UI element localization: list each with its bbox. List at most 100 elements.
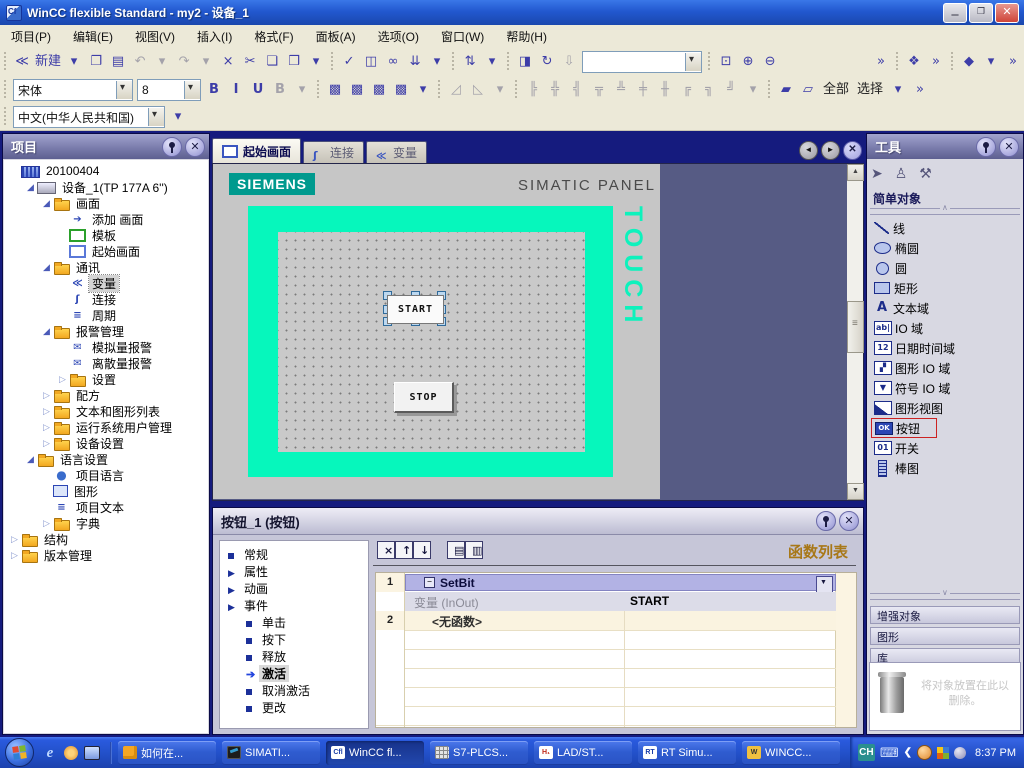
panel-icon[interactable]: ▩ <box>324 79 346 101</box>
taskbar-window-button[interactable]: S7-PLCS... <box>430 741 528 765</box>
toolbar-overflow-icon[interactable]: » <box>870 51 892 73</box>
editor-tab[interactable]: 变量 <box>366 141 427 163</box>
align-icon[interactable]: ╔ <box>676 79 698 101</box>
function-list-tool-icon[interactable]: ▥ <box>465 541 483 559</box>
zoom-select-button[interactable]: 选择 <box>853 79 887 101</box>
properties-nav-item[interactable]: 常规 <box>220 546 368 563</box>
tree-item-label[interactable]: 设备设置 <box>73 435 127 452</box>
tool-item[interactable]: 圆 <box>871 258 911 278</box>
chevron-down-icon[interactable] <box>116 81 132 99</box>
layer-icon[interactable]: ▰ <box>775 79 797 101</box>
toolbar-icon[interactable]: ▾ <box>151 51 173 73</box>
toolbar-icon[interactable]: ⇅ <box>459 51 481 73</box>
toolbar-icon[interactable]: ◫ <box>360 51 382 73</box>
nav-back-icon[interactable]: ◄ <box>799 141 818 160</box>
function-row-2[interactable]: 2 <无函数> <box>376 611 836 631</box>
toolbar-icon[interactable]: ↶ <box>129 51 151 73</box>
toolbar-grip[interactable] <box>513 80 520 100</box>
toolbar-icon[interactable]: ▾ <box>426 51 448 73</box>
panel-icon[interactable]: ▩ <box>346 79 368 101</box>
properties-nav-item[interactable]: 事件 <box>220 597 368 614</box>
toolbar-icon[interactable]: ✓ <box>338 51 360 73</box>
empty-row[interactable] <box>376 687 836 707</box>
toolbar-icon[interactable]: ✂ <box>239 51 261 73</box>
pin-icon[interactable] <box>162 137 182 157</box>
panel-icon[interactable]: ▾ <box>412 79 434 101</box>
zoom-all-button[interactable]: 全部 <box>819 79 853 101</box>
tree-item-label[interactable]: 通讯 <box>73 259 103 276</box>
toolbar-grip[interactable] <box>766 80 773 100</box>
keyboard-icon[interactable]: ⌨ <box>880 745 899 761</box>
toolbar-icon[interactable]: ∞ <box>382 51 404 73</box>
section-bar[interactable]: 图形 <box>870 627 1020 645</box>
empty-row[interactable] <box>376 706 836 726</box>
close-icon[interactable] <box>839 511 859 531</box>
tree-expand-arrow[interactable] <box>40 422 53 433</box>
tree-expand-arrow[interactable] <box>24 182 37 193</box>
chevron-down-icon[interactable] <box>184 81 200 99</box>
panel-icon[interactable]: ▩ <box>368 79 390 101</box>
tree-expand-arrow[interactable] <box>56 374 69 385</box>
taskbar-window-button[interactable]: SIMATI... <box>222 741 320 765</box>
tree-item-label[interactable]: 文本和图形列表 <box>73 403 163 420</box>
tool-item[interactable]: ▼ 符号 IO 域 <box>871 378 954 398</box>
flip-icon[interactable]: ▾ <box>489 79 511 101</box>
properties-nav-item[interactable]: 属性 <box>220 563 368 580</box>
tree-item-label[interactable]: 图形 <box>71 483 101 500</box>
align-icon[interactable]: ▾ <box>742 79 764 101</box>
toolbar-icon[interactable]: ▾ <box>481 51 503 73</box>
align-icon[interactable]: ╦ <box>588 79 610 101</box>
tray-icon[interactable] <box>917 745 932 760</box>
toolbar-icon[interactable]: ❖ <box>903 51 925 73</box>
empty-row[interactable] <box>376 668 836 688</box>
tool-item[interactable]: 矩形 <box>871 278 922 298</box>
format-icon[interactable]: ▾ <box>291 79 313 101</box>
flip-icon[interactable]: ◿ <box>445 79 467 101</box>
toolbar-icon[interactable]: ❒ <box>283 51 305 73</box>
tool-item[interactable]: 线 <box>871 218 909 238</box>
toolbar-grip[interactable] <box>505 52 512 72</box>
properties-nav-item[interactable]: 取消激活 <box>220 682 368 699</box>
tool-item[interactable]: 12 日期时间域 <box>871 338 959 358</box>
align-icon[interactable]: ╝ <box>720 79 742 101</box>
toolbar-grip[interactable] <box>315 80 322 100</box>
tree-item-label[interactable]: 配方 <box>73 387 103 404</box>
format-icon[interactable]: I <box>225 79 247 101</box>
tree-item-label[interactable]: 结构 <box>41 531 71 548</box>
chevron-down-icon[interactable]: ∨ <box>940 588 950 597</box>
toolbar-icon[interactable]: ❏ <box>261 51 283 73</box>
align-icon[interactable]: ╣ <box>566 79 588 101</box>
tree-expand-arrow[interactable] <box>40 326 53 337</box>
delete-drop-zone[interactable]: 将对象放置在此以 删除。 <box>869 662 1021 731</box>
properties-nav-item[interactable]: 动画 <box>220 580 368 597</box>
language-combo[interactable]: 中文(中华人民共和国) <box>13 106 165 128</box>
function-list-tool-icon[interactable]: ↑ <box>395 541 413 559</box>
tree-item-label[interactable]: 字典 <box>73 515 103 532</box>
language-indicator[interactable]: CH <box>858 744 875 761</box>
toolbar-overflow-icon[interactable]: » <box>909 79 931 101</box>
quick-launch-icon[interactable] <box>64 746 78 760</box>
tool-item[interactable]: ▞ 图形 IO 域 <box>871 358 954 378</box>
toolbar-grip[interactable] <box>706 52 713 72</box>
pin-icon[interactable] <box>816 511 836 531</box>
chevron-up-icon[interactable]: ∧ <box>940 203 950 212</box>
tree-item-label[interactable]: 设置 <box>89 371 119 388</box>
close-icon[interactable] <box>999 137 1019 157</box>
tree-item-label[interactable]: 语言设置 <box>57 451 111 468</box>
align-icon[interactable]: ╪ <box>632 79 654 101</box>
tree-expand-arrow[interactable] <box>40 406 53 417</box>
tree-expand-arrow[interactable] <box>40 390 53 401</box>
tree-expand-arrow[interactable] <box>40 438 53 449</box>
toolbar-icon[interactable]: ⊡ <box>715 51 737 73</box>
tool-item[interactable]: A 文本域 <box>871 298 933 318</box>
align-icon[interactable]: ╬ <box>544 79 566 101</box>
minimize-button[interactable] <box>943 3 967 23</box>
toolbar-icon[interactable]: ❐ <box>85 51 107 73</box>
taskbar-window-button[interactable]: WinCC fl... <box>326 741 424 765</box>
tree-item-label[interactable]: 版本管理 <box>41 547 95 564</box>
close-button[interactable] <box>995 3 1019 23</box>
pin-icon[interactable] <box>976 137 996 157</box>
tool-item[interactable]: OK 按钮 <box>871 418 937 438</box>
panel-icon[interactable]: ▩ <box>390 79 412 101</box>
toolbar-icon[interactable]: ▾ <box>980 51 1002 73</box>
